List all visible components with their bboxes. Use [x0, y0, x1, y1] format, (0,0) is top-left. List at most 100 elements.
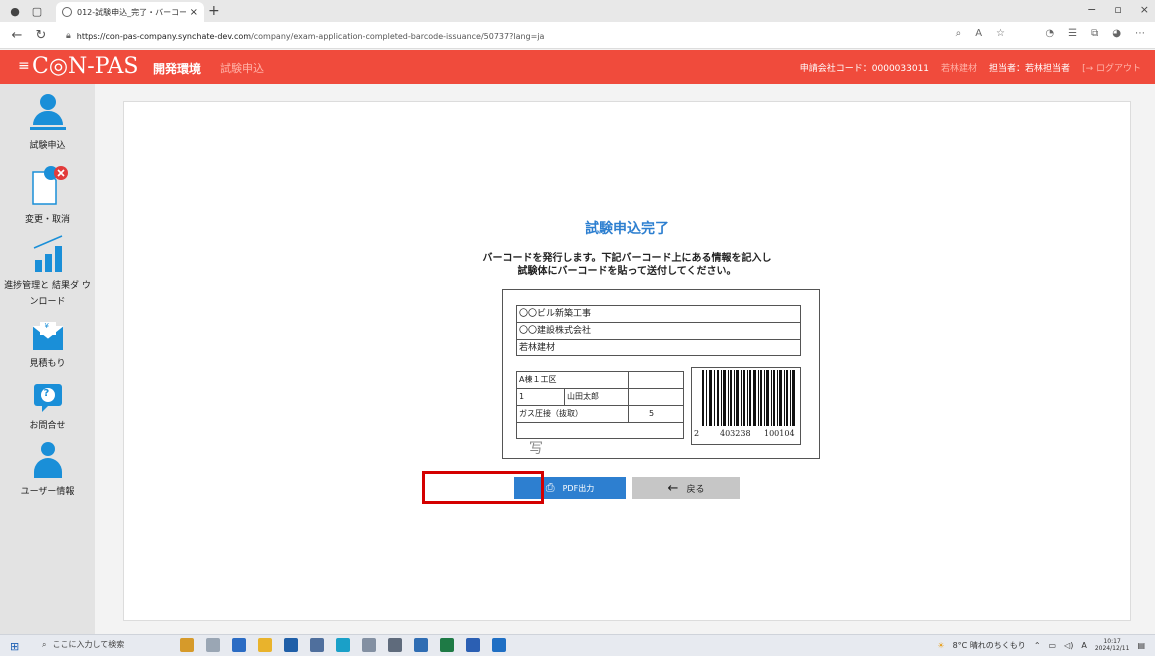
windows-start-icon[interactable]: ⊞	[10, 640, 19, 653]
app-generic-icon[interactable]	[310, 638, 324, 652]
label-grid-row: A棟１工区	[516, 371, 684, 388]
extensions-icon[interactable]: ◔	[1045, 28, 1054, 39]
label-grid-row	[516, 422, 684, 439]
app-store-icon[interactable]	[414, 638, 428, 652]
word-icon[interactable]	[466, 638, 480, 652]
page-tag: 試験申込	[220, 62, 264, 75]
logout-icon: [→	[1082, 64, 1096, 74]
read-aloud-icon[interactable]: A	[975, 28, 982, 39]
pdf-output-label: PDF出力	[562, 483, 595, 493]
clock-time: 10:17	[1103, 638, 1121, 645]
tab-close-button[interactable]: ×	[190, 7, 198, 18]
more-menu-icon[interactable]: ⋯	[1135, 28, 1145, 39]
main-area: 試験申込完了 バーコードを発行します。下記バーコード上にある情報を記入し 試験体…	[95, 84, 1155, 634]
outlook-icon[interactable]	[492, 638, 506, 652]
instruction-line-1: バーコードを発行します。下記バーコード上にある情報を記入し	[482, 253, 772, 264]
app-calendar-icon[interactable]	[232, 638, 246, 652]
url-path: /company/exam-application-completed-barc…	[251, 31, 545, 41]
profile-icon[interactable]: ●	[8, 4, 22, 18]
sidebar-item-inquiry[interactable]: ? お問合せ	[0, 382, 95, 431]
logout-link[interactable]: [→ ログアウト	[1082, 61, 1141, 74]
app-logo[interactable]: C◎N-PAS	[32, 54, 138, 79]
barcode-check-digit: 2	[694, 429, 700, 438]
ime-indicator[interactable]: A	[1081, 641, 1086, 650]
label-detail-grid: A棟１工区 1 山田太郎 ガス圧接（抜取） 5	[516, 371, 684, 439]
restore-button[interactable]: ▫	[1114, 3, 1121, 16]
tray-expand-icon[interactable]: ⌃	[1034, 641, 1041, 650]
back-button[interactable]: ← 戻る	[632, 477, 740, 499]
label-person: 山田太郎	[565, 389, 629, 405]
tab-favicon-icon	[62, 7, 72, 17]
app-briefcase-icon[interactable]	[180, 638, 194, 652]
volume-icon[interactable]: ◁)	[1064, 641, 1073, 650]
app-header: ≡ C◎N-PAS 開発環境 試験申込 申請会社コード：0000033011 若…	[0, 50, 1155, 84]
sidebar-item-label: ユーザー情報	[20, 487, 75, 497]
sidebar-item-label: 進捗管理と 結果ダ ウンロード	[4, 281, 91, 307]
url-host: https://con-pas-company.synchate-dev.com	[76, 31, 252, 41]
label-project: 〇〇ビル新築工事	[516, 305, 801, 322]
task-view-icon[interactable]	[206, 638, 220, 652]
clock[interactable]: 10:17 2024/12/11	[1095, 638, 1130, 652]
hamburger-menu-icon[interactable]: ≡	[18, 58, 30, 74]
sidebar-item-estimate[interactable]: ¥ 見積もり	[0, 322, 95, 369]
close-window-button[interactable]: ×	[1140, 3, 1149, 16]
url-field[interactable]: 🔒︎ https://con-pas-company.synchate-dev.…	[66, 27, 1056, 45]
label-supplier: 若林建材	[516, 339, 801, 356]
label-number: 1	[517, 389, 565, 405]
person-icon	[28, 94, 68, 134]
pdf-output-button[interactable]: ⎙ PDF出力	[514, 477, 626, 499]
notification-icon[interactable]: ▤	[1137, 641, 1145, 650]
settings-icon[interactable]	[388, 638, 402, 652]
action-buttons: ⎙ PDF出力 ← 戻る	[514, 477, 740, 499]
yen-symbol: ¥	[44, 322, 49, 330]
minimize-button[interactable]: −	[1087, 3, 1096, 16]
sidebar-item-label: 見積もり	[29, 359, 66, 369]
back-icon[interactable]: ←	[10, 28, 24, 43]
sidebar-item-exam-application[interactable]: 試験申込	[0, 94, 95, 151]
system-tray: ☀ 8°C 晴れのちくもり ⌃ ▭ ◁) A 10:17 2024/12/11 …	[937, 638, 1145, 652]
header-user-info: 申請会社コード：0000033011 若林建材 担当者：若林担当者 [→ ログア…	[800, 61, 1141, 74]
company-code: 申請会社コード：0000033011	[799, 64, 930, 74]
sidebar-item-progress[interactable]: 進捗管理と 結果ダ ウンロード	[0, 234, 95, 310]
barcode-image: 2 403238 100104	[691, 367, 801, 445]
mail-icon[interactable]	[284, 638, 298, 652]
collections-icon[interactable]: ⧉	[1091, 28, 1098, 39]
label-method: ガス圧接（抜取）	[517, 406, 629, 422]
file-explorer-icon[interactable]	[258, 638, 272, 652]
browser-tab[interactable]: 012-試験申込_完了・バーコード発行 ×	[56, 2, 204, 22]
address-bar-row: ← ↻ 🔒︎ https://con-pas-company.synchate-…	[0, 22, 1155, 49]
excel-icon[interactable]	[440, 638, 454, 652]
browser-tab-bar: ● ▢ 012-試験申込_完了・バーコード発行 × + − ▫ ×	[0, 0, 1155, 22]
person-in-charge: 担当者：若林担当者	[989, 64, 1071, 74]
edge-browser-icon[interactable]	[336, 638, 350, 652]
taskbar-apps	[180, 638, 506, 652]
sidebar: 試験申込 変更・取消 進捗管理と 結果ダ ウンロード ¥ 見積もり ? お問合せ…	[0, 84, 95, 634]
taskbar-search[interactable]: ⌕ ここに入力して検索	[42, 639, 124, 650]
bar-chart-icon	[28, 234, 68, 274]
label-grid-row: 1 山田太郎	[516, 388, 684, 405]
barcode-number-right: 100104	[762, 429, 797, 438]
search-icon: ⌕	[42, 639, 47, 649]
app-people-icon[interactable]	[362, 638, 376, 652]
label-section: A棟１工区	[517, 372, 629, 388]
taskbar: ⊞ ⌕ ここに入力して検索 ☀ 8°C 晴れのちくもり ⌃ ▭ ◁) A 10:…	[0, 634, 1155, 656]
new-tab-button[interactable]: +	[208, 3, 220, 19]
tab-actions-icon[interactable]: ▢	[30, 4, 44, 18]
favorites-icon[interactable]: ☰	[1068, 28, 1077, 39]
network-icon[interactable]: ▭	[1049, 641, 1057, 650]
sidebar-item-change-cancel[interactable]: 変更・取消	[0, 164, 95, 225]
sidebar-item-user-info[interactable]: ユーザー情報	[0, 442, 95, 497]
label-grid-row: ガス圧接（抜取） 5	[516, 405, 684, 422]
yen-envelope-icon: ¥	[31, 322, 65, 352]
search-page-icon[interactable]: ⌕	[956, 28, 962, 39]
label-count: 5	[649, 409, 655, 418]
copilot-icon[interactable]: ◕	[1112, 28, 1121, 39]
refresh-icon[interactable]: ↻	[34, 28, 48, 43]
label-info-rows: 〇〇ビル新築工事 〇〇建設株式会社 若林建材	[516, 305, 801, 356]
logout-label: ログアウト	[1095, 64, 1141, 74]
sidebar-item-label: 試験申込	[29, 141, 66, 151]
user-icon	[31, 442, 65, 480]
label-empty-cell	[629, 389, 677, 405]
weather-text[interactable]: 8°C 晴れのちくもり	[953, 640, 1026, 651]
favorite-star-icon[interactable]: ☆	[996, 28, 1005, 39]
